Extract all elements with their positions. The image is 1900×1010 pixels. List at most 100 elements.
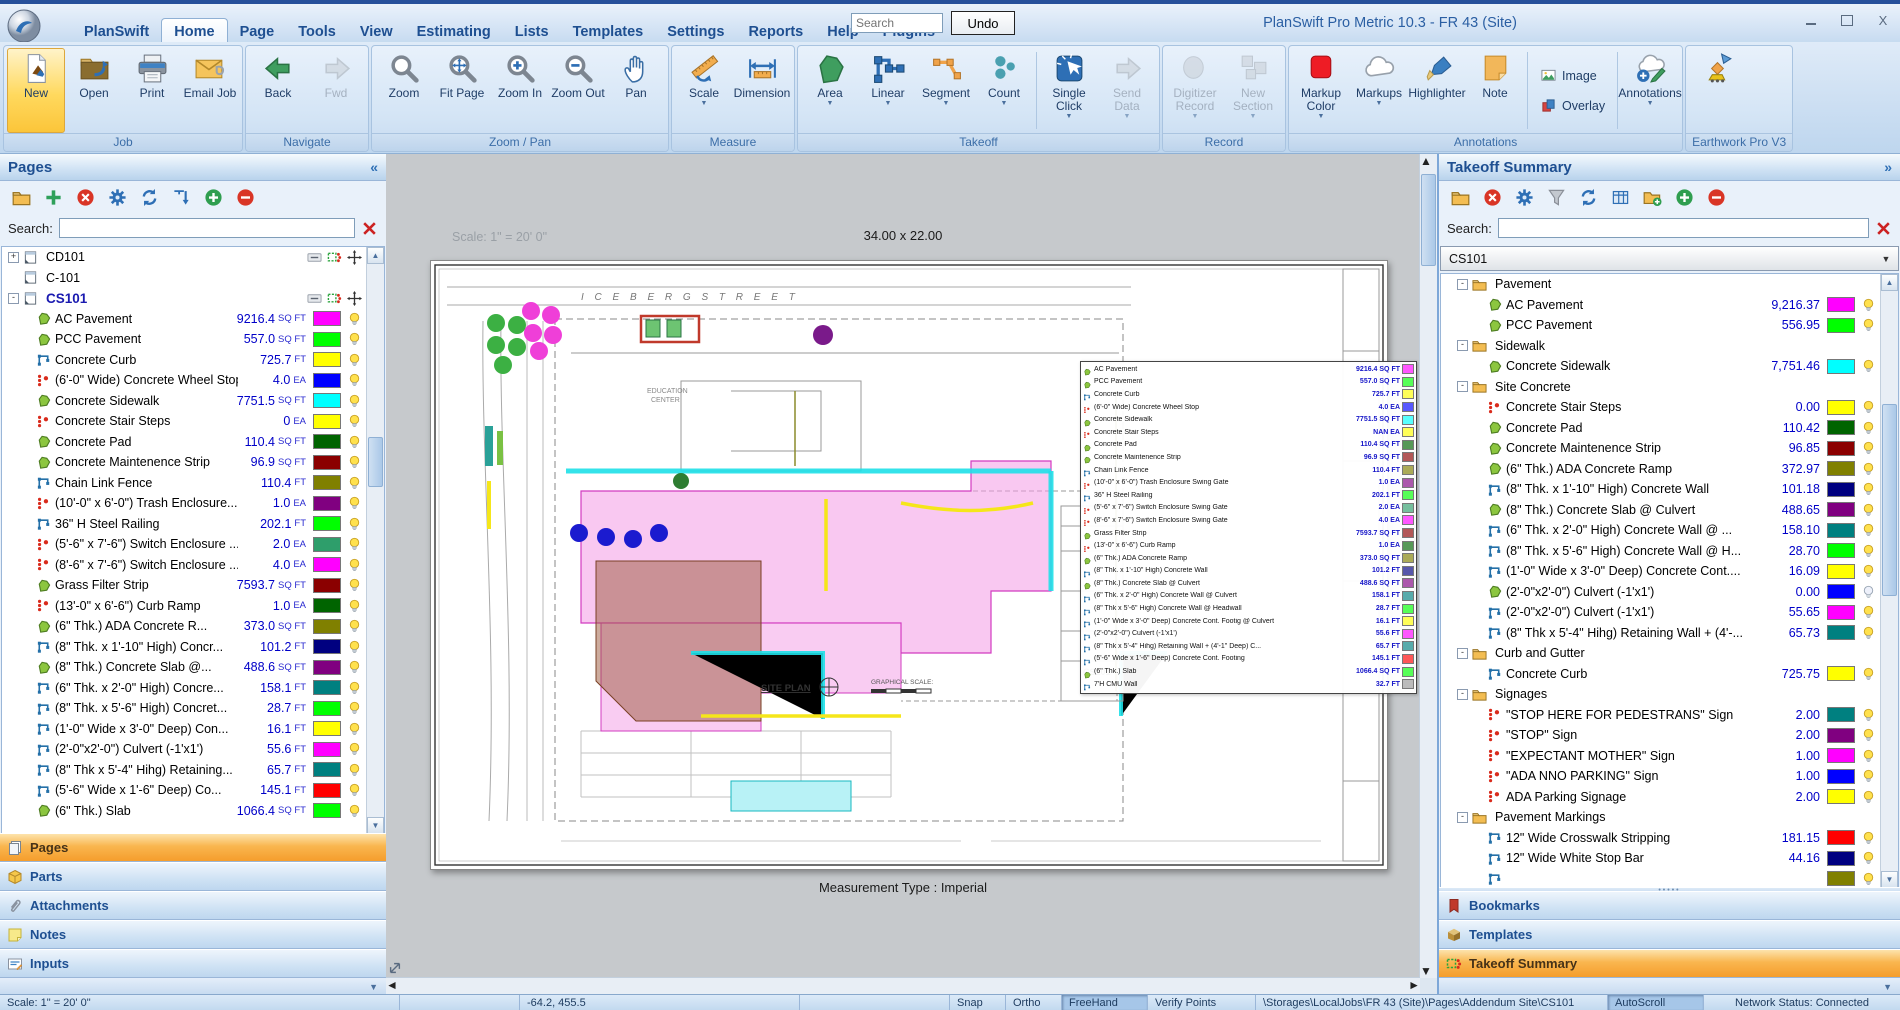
visibility-bulb-icon[interactable] bbox=[1861, 625, 1876, 641]
takeoff-item-row[interactable]: (8" Thk. x 1'-10" High) Concrete Wall101… bbox=[1441, 479, 1898, 500]
panel-menu-arrow-icon[interactable]: ▼ bbox=[1883, 982, 1892, 992]
pages-item-row[interactable]: (6" Thk.) Slab1066.4SQ FT bbox=[2, 801, 384, 822]
item-color-swatch[interactable] bbox=[313, 783, 341, 798]
visibility-bulb-icon[interactable] bbox=[347, 741, 362, 757]
takeoff-item-row[interactable]: 12" Wide Crosswalk Stripping181.15 bbox=[1441, 828, 1898, 849]
ribbon-button-single-click[interactable]: Single Click▼ bbox=[1040, 48, 1098, 133]
visibility-bulb-icon[interactable] bbox=[347, 721, 362, 737]
pages-item-row[interactable]: Concrete Stair Steps0EA bbox=[2, 411, 384, 432]
gear-icon[interactable] bbox=[108, 188, 127, 207]
takeoff-group-row-sidewalk[interactable]: -Sidewalk bbox=[1441, 336, 1898, 357]
takeoff-item-row[interactable]: "STOP" Sign2.00 bbox=[1441, 725, 1898, 746]
takeoff-item-row[interactable]: AC Pavement9,216.37 bbox=[1441, 295, 1898, 316]
visibility-bulb-icon[interactable] bbox=[347, 557, 362, 573]
item-color-swatch[interactable] bbox=[1827, 564, 1855, 579]
takeoff-group-row-pavement-markings[interactable]: -Pavement Markings bbox=[1441, 807, 1898, 828]
expander-icon[interactable]: - bbox=[1457, 812, 1468, 823]
takeoff-group-row-site-concrete[interactable]: -Site Concrete bbox=[1441, 377, 1898, 398]
visibility-bulb-icon[interactable] bbox=[347, 372, 362, 388]
takeoff-item-row[interactable]: Concrete Stair Steps0.00 bbox=[1441, 397, 1898, 418]
minimize-button[interactable] bbox=[1802, 12, 1820, 28]
item-color-swatch[interactable] bbox=[1827, 728, 1855, 743]
item-color-swatch[interactable] bbox=[313, 311, 341, 326]
item-color-swatch[interactable] bbox=[313, 598, 341, 613]
item-color-swatch[interactable] bbox=[313, 721, 341, 736]
visibility-bulb-icon[interactable] bbox=[1861, 707, 1876, 723]
visibility-bulb-icon[interactable] bbox=[1861, 871, 1876, 887]
takeoff-group-row-pavement[interactable]: -Pavement bbox=[1441, 274, 1898, 295]
ribbon-button-annotations[interactable]: Annotations▼ bbox=[1621, 48, 1679, 133]
takeoff-group-row-curb-and-gutter[interactable]: -Curb and Gutter bbox=[1441, 643, 1898, 664]
visibility-bulb-icon[interactable] bbox=[347, 516, 362, 532]
filter-icon[interactable] bbox=[1547, 188, 1566, 207]
visibility-bulb-icon[interactable] bbox=[1861, 666, 1876, 682]
item-color-swatch[interactable] bbox=[313, 537, 341, 552]
pages-item-row[interactable]: Concrete Sidewalk7751.5SQ FT bbox=[2, 391, 384, 412]
ribbon-button-note[interactable]: Note bbox=[1466, 48, 1524, 133]
visibility-bulb-icon[interactable] bbox=[1861, 543, 1876, 559]
expander-icon[interactable]: - bbox=[8, 293, 19, 304]
takeoff-legend-overlay[interactable]: AC Pavement9216.4 SQ FTPCC Pavement557.0… bbox=[1080, 361, 1417, 694]
takeoff-item-row[interactable]: 12" Wide White Stop Bar44.16 bbox=[1441, 848, 1898, 869]
visibility-bulb-icon[interactable] bbox=[347, 639, 362, 655]
panel-menu-arrow-icon[interactable]: ▼ bbox=[369, 982, 378, 992]
takeoff-items-icon[interactable] bbox=[327, 250, 342, 265]
takeoff-tree-scrollbar[interactable]: ▲ ▼ bbox=[1880, 274, 1898, 888]
pages-item-row[interactable]: (5'-6" Wide x 1'-6" Deep) Co...145.1FT bbox=[2, 780, 384, 801]
pages-item-row[interactable]: Chain Link Fence110.4FT bbox=[2, 473, 384, 494]
delete-icon[interactable] bbox=[1483, 188, 1502, 207]
scroll-down-icon[interactable]: ▼ bbox=[367, 817, 384, 834]
pages-item-row[interactable]: (13'-0" x 6'-6") Curb Ramp1.0EA bbox=[2, 596, 384, 617]
visibility-bulb-icon[interactable] bbox=[1861, 399, 1876, 415]
item-color-swatch[interactable] bbox=[1827, 502, 1855, 517]
takeoff-item-row[interactable]: Concrete Pad110.42 bbox=[1441, 418, 1898, 439]
locate-page-icon[interactable] bbox=[347, 291, 362, 306]
takeoff-item-row[interactable]: PCC Pavement556.95 bbox=[1441, 315, 1898, 336]
ribbon-button-back[interactable]: Back bbox=[249, 48, 307, 133]
refresh-icon[interactable] bbox=[140, 188, 159, 207]
maximize-button[interactable] bbox=[1838, 12, 1856, 28]
ribbon-button-new[interactable]: New bbox=[7, 48, 65, 133]
pages-item-row[interactable]: (8'-6" x 7'-6") Switch Enclosure ...4.0E… bbox=[2, 555, 384, 576]
pages-item-row[interactable]: Grass Filter Strip7593.7SQ FT bbox=[2, 575, 384, 596]
item-color-swatch[interactable] bbox=[313, 393, 341, 408]
minuscircle-icon[interactable] bbox=[236, 188, 255, 207]
item-color-swatch[interactable] bbox=[1827, 400, 1855, 415]
pages-item-row[interactable]: (8" Thk x 5'-4" Hihg) Retaining...65.7FT bbox=[2, 760, 384, 781]
visibility-bulb-icon[interactable] bbox=[1861, 481, 1876, 497]
scroll-down-icon[interactable]: ▼ bbox=[1881, 871, 1898, 888]
item-color-swatch[interactable] bbox=[313, 557, 341, 572]
takeoff-item-row[interactable]: (8" Thk.) Concrete Slab @ Culvert488.65 bbox=[1441, 500, 1898, 521]
dock-page-icon[interactable] bbox=[307, 250, 322, 265]
ribbon-button-markup-color[interactable]: Markup Color▼ bbox=[1292, 48, 1350, 133]
add-icon[interactable] bbox=[44, 188, 63, 207]
item-color-swatch[interactable] bbox=[1827, 543, 1855, 558]
canvas-vertical-scrollbar[interactable]: ▲ ▼ bbox=[1419, 154, 1437, 978]
ribbon-button-highlighter[interactable]: Highlighter bbox=[1408, 48, 1466, 133]
visibility-bulb-icon[interactable] bbox=[347, 700, 362, 716]
ribbon-button-print[interactable]: Print bbox=[123, 48, 181, 133]
ribbon-button-fwd[interactable]: Fwd bbox=[307, 48, 365, 133]
visibility-bulb-icon[interactable] bbox=[347, 762, 362, 778]
pages-item-row[interactable]: (6'-0" Wide) Concrete Wheel Stop4.0EA bbox=[2, 370, 384, 391]
item-color-swatch[interactable] bbox=[313, 762, 341, 777]
nav-button-attachments[interactable]: Attachments bbox=[0, 891, 386, 920]
status-toggle-verify-points[interactable]: Verify Points bbox=[1148, 995, 1256, 1010]
expander-icon[interactable]: - bbox=[1457, 381, 1468, 392]
item-color-swatch[interactable] bbox=[313, 414, 341, 429]
status-toggle-ortho[interactable]: Ortho bbox=[1006, 995, 1062, 1010]
pluscircle-icon[interactable] bbox=[204, 188, 223, 207]
takeoff-item-row[interactable]: "ADA NNO PARKING" Sign1.00 bbox=[1441, 766, 1898, 787]
item-color-swatch[interactable] bbox=[313, 619, 341, 634]
item-color-swatch[interactable] bbox=[313, 352, 341, 367]
pages-item-row[interactable]: AC Pavement9216.4SQ FT bbox=[2, 309, 384, 330]
folder-icon[interactable] bbox=[1451, 188, 1470, 207]
status-toggle-autoscroll[interactable]: AutoScroll bbox=[1608, 995, 1704, 1010]
takeoff-item-row[interactable]: (8" Thk. x 5'-6" High) Concrete Wall @ H… bbox=[1441, 541, 1898, 562]
item-color-swatch[interactable] bbox=[1827, 523, 1855, 538]
visibility-bulb-icon[interactable] bbox=[347, 680, 362, 696]
page-selector-dropdown[interactable]: CS101 ▼ bbox=[1440, 246, 1899, 271]
visibility-bulb-icon[interactable] bbox=[1861, 584, 1876, 600]
visibility-bulb-icon[interactable] bbox=[1861, 317, 1876, 333]
status-toggle-snap[interactable]: Snap bbox=[950, 995, 1006, 1010]
